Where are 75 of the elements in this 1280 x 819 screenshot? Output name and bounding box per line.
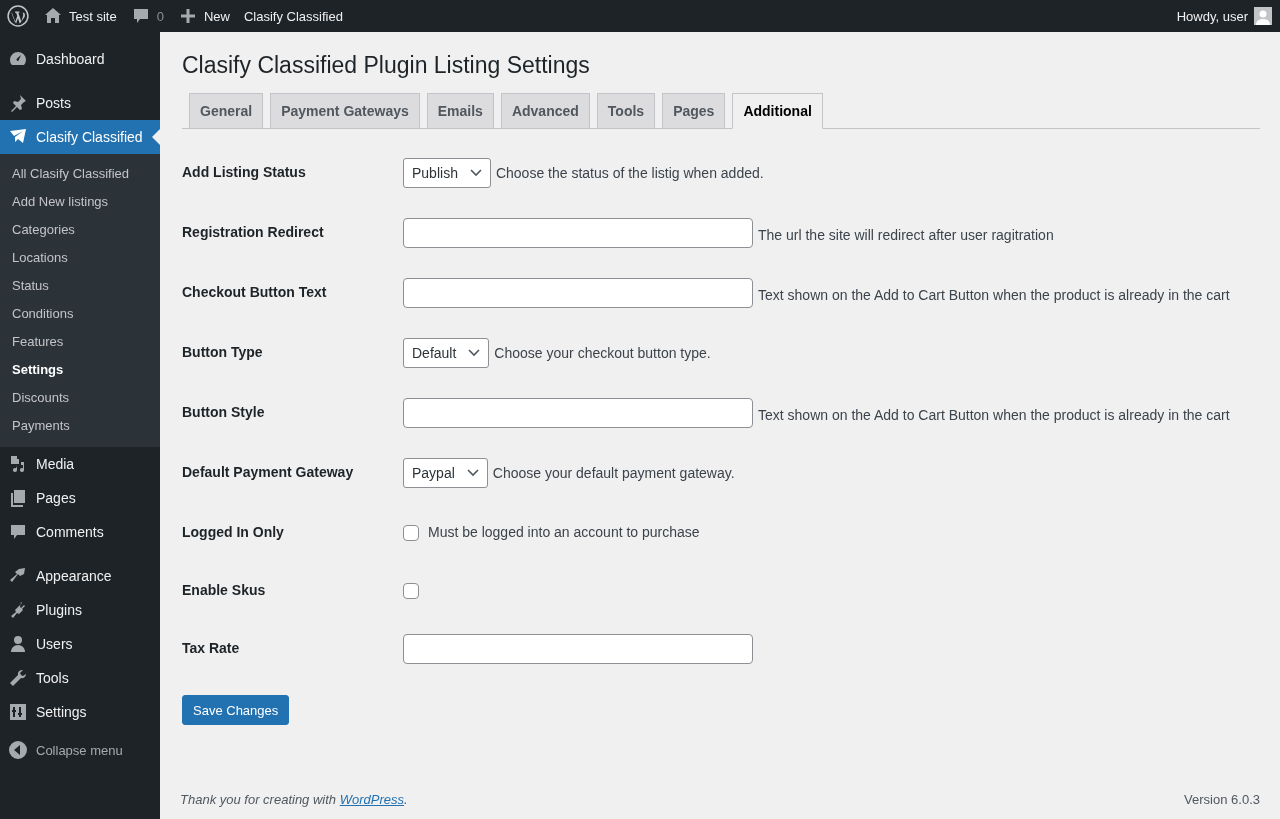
field-label: Button Type bbox=[182, 343, 264, 362]
field-description: Choose your default payment gateway. bbox=[492, 465, 735, 481]
account-menu[interactable]: Howdy, user bbox=[1169, 0, 1280, 32]
sidebar-menu-item[interactable]: Tools bbox=[0, 661, 160, 695]
current-pointer-icon bbox=[152, 129, 160, 145]
settings-tab[interactable]: Tools bbox=[596, 93, 656, 128]
sliders-icon bbox=[8, 702, 28, 722]
chevron-down-icon bbox=[466, 469, 479, 477]
settings-tab[interactable]: Payment Gateways bbox=[270, 93, 420, 128]
text-input-field[interactable] bbox=[403, 278, 753, 308]
site-link[interactable]: Test site bbox=[36, 0, 124, 32]
chevron-down-icon bbox=[468, 349, 481, 357]
field-description: Choose your checkout button type. bbox=[494, 345, 711, 361]
field-description: Must be logged into an account to purchase bbox=[428, 524, 700, 540]
field-label: Button Style bbox=[182, 403, 266, 422]
text-input-field[interactable] bbox=[403, 398, 753, 428]
field-label: Default Payment Gateway bbox=[182, 463, 355, 482]
dropdown[interactable]: Publish bbox=[403, 158, 491, 188]
submenu-item[interactable]: Payments bbox=[0, 412, 160, 440]
field-description: Choose the status of the listig when added. bbox=[495, 165, 764, 181]
pages-icon bbox=[8, 488, 28, 508]
plugin-link[interactable]: Clasify Classified bbox=[236, 0, 350, 32]
sidebar-menu-item[interactable]: Clasify Classified bbox=[0, 120, 160, 154]
submenu-item[interactable]: Features bbox=[0, 328, 160, 356]
field-description: Text shown on the Add to Cart Button when the product is already in the cart bbox=[758, 287, 1230, 303]
sidebar-menu-item[interactable]: Appearance bbox=[0, 559, 160, 593]
version-text: Version 6.0.3 bbox=[1184, 792, 1260, 807]
submenu-item[interactable]: Status bbox=[0, 272, 160, 300]
sidebar-menu-item[interactable]: Settings bbox=[0, 695, 160, 729]
field-label: Logged In Only bbox=[182, 523, 285, 542]
sidebar-menu-item[interactable]: Posts bbox=[0, 86, 160, 120]
page-title: Clasify Classified Plugin Listing Settings bbox=[182, 51, 591, 80]
submenu-item[interactable]: Add New listings bbox=[0, 188, 160, 216]
field-description: The url the site will redirect after user ragitration bbox=[758, 227, 1054, 243]
sidebar-menu-item[interactable]: Plugins bbox=[0, 593, 160, 627]
sidebar-menu-item[interactable]: Media bbox=[0, 447, 160, 481]
footer-credit: Thank you for creating with WordPress. bbox=[180, 792, 408, 807]
chevron-down-icon bbox=[469, 169, 482, 177]
text-input-field[interactable] bbox=[403, 634, 753, 664]
checkbox[interactable] bbox=[403, 525, 419, 541]
submenu-item[interactable]: Conditions bbox=[0, 300, 160, 328]
field-label: Registration Redirect bbox=[182, 223, 325, 242]
submenu-item[interactable]: Settings bbox=[0, 356, 160, 384]
new-link[interactable]: New bbox=[170, 0, 237, 32]
sidebar-menu-item[interactable]: Comments bbox=[0, 515, 160, 549]
avatar-icon bbox=[1254, 7, 1272, 25]
field-label: Add Listing Status bbox=[182, 163, 307, 182]
wrench-icon bbox=[8, 668, 28, 688]
submenu-item[interactable]: Locations bbox=[0, 244, 160, 272]
dropdown[interactable]: Default bbox=[403, 338, 490, 368]
sidebar-menu-item[interactable]: Users bbox=[0, 627, 160, 661]
submenu-item[interactable]: All Clasify Classified bbox=[0, 160, 160, 188]
wordpress-logo-icon bbox=[7, 5, 29, 27]
field-description: Text shown on the Add to Cart Button when the product is already in the cart bbox=[758, 407, 1230, 423]
settings-tab[interactable]: General bbox=[189, 93, 264, 128]
save-changes-button[interactable]: Save Changes bbox=[182, 695, 290, 725]
comments-link[interactable]: 0 bbox=[123, 0, 171, 32]
wordpress-link[interactable]: WordPress bbox=[339, 792, 404, 807]
submenu-item[interactable]: Categories bbox=[0, 216, 160, 244]
field-label: Checkout Button Text bbox=[182, 283, 328, 302]
collapse-menu-button[interactable]: Collapse menu bbox=[0, 733, 160, 767]
field-label: Tax Rate bbox=[182, 639, 241, 658]
field-label: Enable Skus bbox=[182, 581, 267, 600]
submenu-item[interactable]: Discounts bbox=[0, 384, 160, 412]
text-input-field[interactable] bbox=[403, 218, 753, 248]
settings-tab[interactable]: Pages bbox=[662, 93, 726, 128]
settings-tab[interactable]: Advanced bbox=[500, 93, 590, 128]
settings-tab[interactable]: Additional bbox=[732, 93, 823, 129]
dropdown[interactable]: Paypal bbox=[403, 458, 488, 488]
checkbox[interactable] bbox=[403, 583, 419, 599]
user-icon bbox=[8, 634, 28, 654]
settings-tab[interactable]: Emails bbox=[426, 93, 494, 128]
home-icon bbox=[43, 6, 63, 26]
sidebar-menu-item[interactable]: Pages bbox=[0, 481, 160, 515]
sidebar-menu-item[interactable]: Dashboard bbox=[0, 42, 160, 76]
